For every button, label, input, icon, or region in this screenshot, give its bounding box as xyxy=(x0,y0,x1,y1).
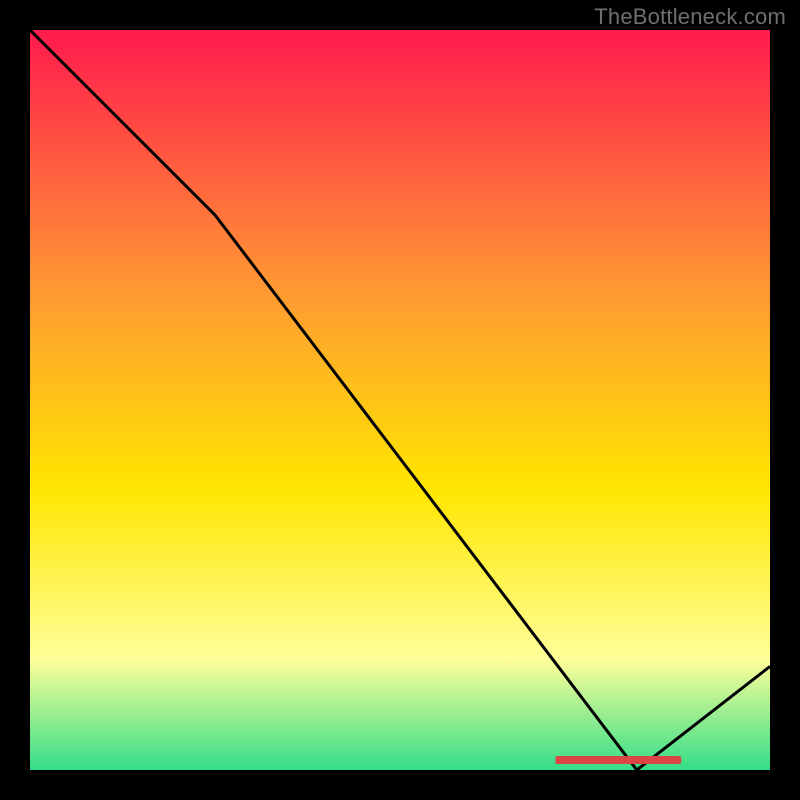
attribution-label: TheBottleneck.com xyxy=(594,4,786,30)
chart-container: TheBottleneck.com xyxy=(0,0,800,800)
optimal-range-marker xyxy=(555,756,681,764)
bottleneck-chart xyxy=(0,0,800,800)
